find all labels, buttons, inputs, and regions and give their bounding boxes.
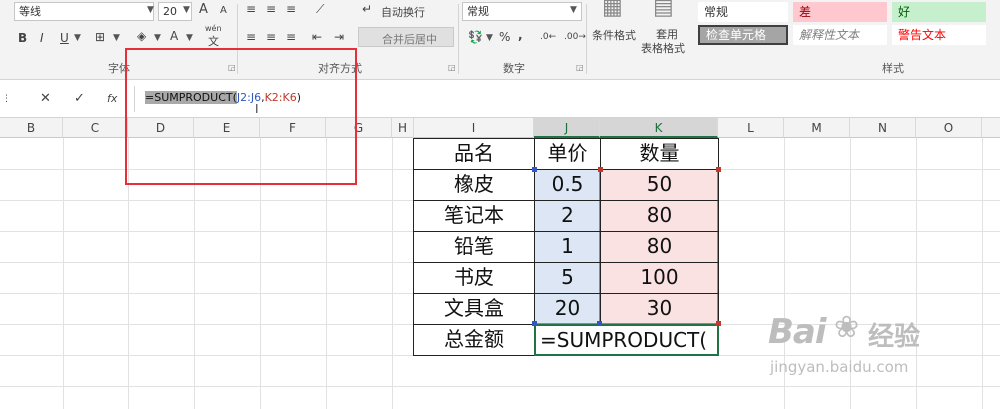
chevron-down-icon[interactable]: ▼ bbox=[570, 5, 577, 15]
align-top-icon[interactable]: ≡ bbox=[246, 1, 256, 17]
orientation-icon[interactable]: ⟋ bbox=[316, 1, 324, 17]
style-warning[interactable]: 警告文本 bbox=[892, 25, 986, 45]
table-cell[interactable]: 1 bbox=[535, 231, 600, 262]
increase-indent-icon[interactable]: ⇥ bbox=[334, 29, 344, 45]
cancel-icon[interactable]: ✕ bbox=[40, 91, 51, 107]
range-handle[interactable] bbox=[532, 167, 537, 172]
table-cell[interactable]: 铅笔 bbox=[414, 231, 534, 262]
column-header-k[interactable]: K bbox=[600, 118, 718, 138]
align-middle-icon[interactable]: ≡ bbox=[266, 1, 276, 17]
paw-icon: ❀ bbox=[834, 310, 860, 345]
table-cell[interactable]: 5 bbox=[535, 262, 600, 293]
group-label-styles: 样式 bbox=[882, 62, 904, 75]
table-cell[interactable]: 80 bbox=[601, 231, 718, 262]
decrease-decimal-icon[interactable]: .00→ bbox=[564, 29, 586, 45]
wrap-text-button[interactable]: 自动换行 bbox=[381, 4, 425, 20]
chevron-down-icon[interactable]: ▼ bbox=[486, 33, 493, 43]
range-handle[interactable] bbox=[716, 321, 721, 326]
active-cell[interactable]: =SUMPRODUCT( bbox=[534, 324, 719, 356]
merge-center-label: 合并后居中 bbox=[382, 33, 437, 46]
column-header-o[interactable]: O bbox=[916, 118, 982, 138]
dialog-launcher-icon[interactable]: ◲ bbox=[576, 63, 584, 72]
currency-icon[interactable]: 💱 bbox=[468, 29, 483, 45]
table-cell[interactable]: 0.5 bbox=[535, 169, 600, 200]
table-cell[interactable]: 2 bbox=[535, 200, 600, 231]
column-header-i[interactable]: I bbox=[414, 118, 534, 138]
border-icon[interactable]: ⊞ bbox=[95, 29, 105, 45]
name-box-dropdown-icon[interactable]: ⋮ bbox=[2, 91, 11, 107]
font-name-select[interactable]: 等线 bbox=[14, 2, 154, 21]
style-explanatory[interactable]: 解释性文本 bbox=[793, 25, 887, 45]
dialog-launcher-icon[interactable]: ◲ bbox=[448, 63, 456, 72]
fill-color-icon[interactable]: ◈ bbox=[137, 28, 146, 44]
comma-button[interactable]: , bbox=[518, 27, 523, 43]
table-cell[interactable]: 80 bbox=[601, 200, 718, 231]
pinyin-button[interactable]: 文 bbox=[208, 33, 219, 49]
chevron-down-icon[interactable]: ▼ bbox=[186, 33, 193, 43]
align-center-icon[interactable]: ≡ bbox=[266, 29, 276, 45]
range-handle[interactable] bbox=[716, 167, 721, 172]
total-formula: =SUMPRODUCT( bbox=[540, 328, 708, 352]
wrap-text-icon[interactable]: ↵ bbox=[362, 1, 372, 17]
column-header-m[interactable]: M bbox=[784, 118, 850, 138]
grow-font-icon[interactable]: A bbox=[199, 2, 208, 18]
watermark-brand: Bai bbox=[768, 312, 827, 352]
total-label[interactable]: 总金额 bbox=[414, 324, 534, 355]
table-cell[interactable]: 30 bbox=[601, 293, 718, 324]
bold-button[interactable]: B bbox=[18, 30, 27, 46]
table-cell[interactable]: 文具盒 bbox=[414, 293, 534, 324]
range-handle[interactable] bbox=[532, 321, 537, 326]
chevron-down-icon[interactable]: ▼ bbox=[113, 33, 120, 43]
header-quantity[interactable]: 数量 bbox=[601, 138, 718, 169]
header-unit-price[interactable]: 单价 bbox=[535, 138, 600, 169]
decrease-indent-icon[interactable]: ⇤ bbox=[312, 29, 322, 45]
table-cell[interactable]: 笔记本 bbox=[414, 200, 534, 231]
format-as-table-button[interactable]: ▤ 套用 表格格式 bbox=[641, 0, 691, 56]
conditional-format-button[interactable]: ▦ 条件格式 bbox=[592, 0, 640, 56]
column-header-c[interactable]: C bbox=[63, 118, 128, 138]
range-handle[interactable] bbox=[597, 321, 602, 326]
style-bad[interactable]: 差 bbox=[793, 2, 887, 22]
chevron-down-icon[interactable]: ▼ bbox=[74, 33, 81, 43]
align-bottom-icon[interactable]: ≡ bbox=[286, 1, 296, 17]
increase-decimal-icon[interactable]: .0← bbox=[540, 29, 556, 45]
table-cell[interactable]: 100 bbox=[601, 262, 718, 293]
range-handle[interactable] bbox=[598, 167, 603, 172]
align-left-icon[interactable]: ≡ bbox=[246, 29, 256, 45]
highlight-box bbox=[125, 48, 357, 185]
table-format-icon: ▤ bbox=[653, 0, 674, 20]
font-color-icon[interactable]: A bbox=[170, 28, 178, 44]
style-good[interactable]: 好 bbox=[892, 2, 986, 22]
number-format-select[interactable]: 常规 bbox=[462, 2, 582, 21]
table-cell[interactable]: 20 bbox=[535, 293, 600, 324]
chevron-down-icon[interactable]: ▼ bbox=[147, 5, 154, 15]
watermark-brand-2: 经验 bbox=[868, 322, 921, 352]
column-header-j[interactable]: J bbox=[534, 118, 600, 138]
group-label-number: 数字 bbox=[503, 62, 525, 75]
format-as-table-label-2: 表格格式 bbox=[641, 42, 685, 55]
style-check-cell[interactable]: 检查单元格 bbox=[698, 25, 788, 45]
italic-button[interactable]: I bbox=[40, 30, 44, 46]
align-right-icon[interactable]: ≡ bbox=[286, 29, 296, 45]
conditional-format-label: 条件格式 bbox=[592, 29, 636, 42]
column-header-b[interactable]: B bbox=[0, 118, 63, 138]
table-cell[interactable]: 50 bbox=[601, 169, 718, 200]
conditional-format-icon: ▦ bbox=[602, 0, 623, 20]
table-cell[interactable]: 书皮 bbox=[414, 262, 534, 293]
column-header-h[interactable]: H bbox=[392, 118, 414, 138]
column-header-l[interactable]: L bbox=[718, 118, 784, 138]
shrink-font-icon[interactable]: A bbox=[220, 3, 227, 19]
column-header-n[interactable]: N bbox=[850, 118, 916, 138]
table-cell[interactable]: 橡皮 bbox=[414, 169, 534, 200]
insert-function-icon[interactable]: fx bbox=[107, 91, 117, 107]
chevron-down-icon[interactable]: ▼ bbox=[154, 33, 161, 43]
header-product-name[interactable]: 品名 bbox=[414, 138, 534, 169]
underline-button[interactable]: U bbox=[60, 30, 69, 46]
chevron-down-icon[interactable]: ▼ bbox=[183, 5, 190, 15]
enter-icon[interactable]: ✓ bbox=[74, 91, 85, 107]
watermark-url: jingyan.baidu.com bbox=[770, 358, 909, 376]
pinyin-top: wén bbox=[205, 24, 222, 33]
style-normal[interactable]: 常规 bbox=[698, 2, 788, 22]
percent-button[interactable]: % bbox=[499, 29, 510, 45]
